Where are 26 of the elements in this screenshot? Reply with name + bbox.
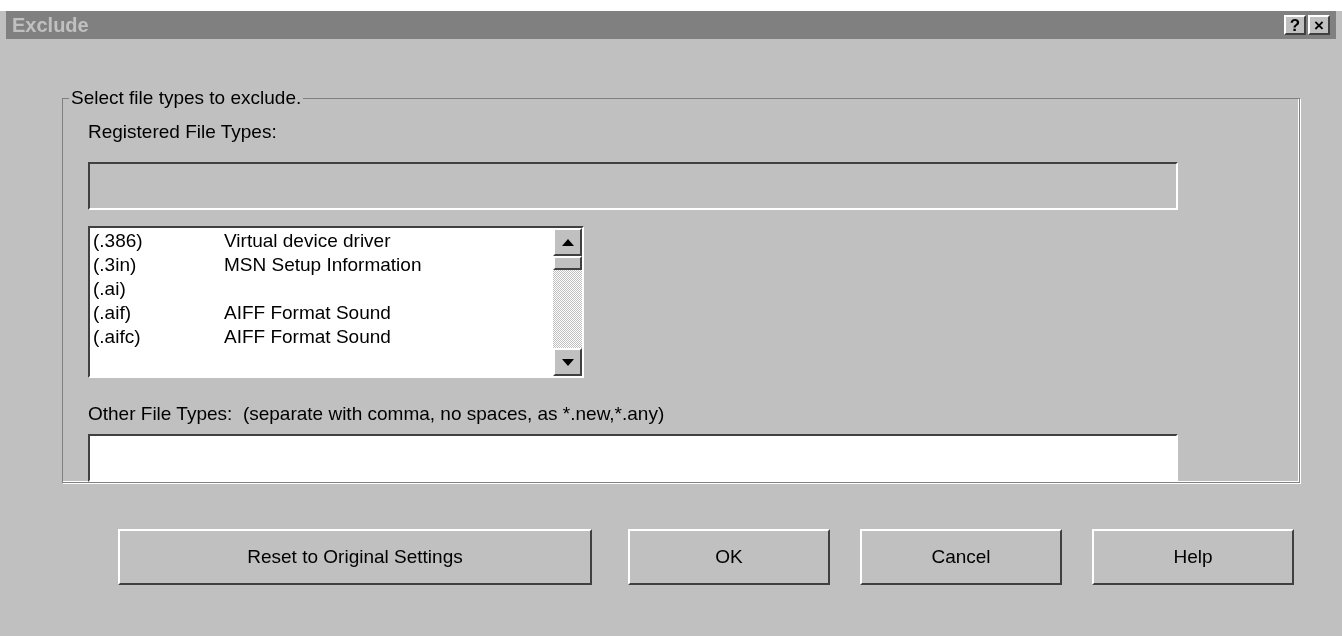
field-label: Registered File Types: [88, 121, 278, 143]
close-button[interactable]: × [1308, 15, 1330, 35]
extension-text: (.aif) [93, 300, 132, 325]
scrollbar[interactable] [553, 228, 582, 376]
reset-button[interactable]: Reset to Original Settings [118, 529, 592, 585]
scroll-thumb[interactable] [553, 256, 582, 270]
help-button[interactable]: ? [1284, 15, 1306, 35]
ok-button[interactable]: OK [628, 529, 830, 585]
file-type-list[interactable]: (.386) Virtual device driver (.3in) MSN Setup Information (.ai) (.aif) AIFF Format Sound (.aifc) AIFF Format Sound [88, 226, 584, 378]
scroll-down-button[interactable] [553, 348, 582, 376]
description-text: Virtual device driver [224, 228, 391, 253]
description-text: MSN Setup Information [224, 252, 422, 277]
other-types-field[interactable] [88, 434, 1178, 482]
extension-text: (.ai) [93, 276, 127, 301]
help-button[interactable]: Help [1092, 529, 1294, 585]
window-title: Exclude [12, 15, 89, 35]
description-text: AIFF Format Sound [224, 324, 391, 349]
extension-text: (.3in) [93, 252, 138, 277]
down-arrow-icon [561, 358, 574, 366]
scroll-up-button[interactable] [553, 228, 582, 256]
cancel-button[interactable]: Cancel [860, 529, 1062, 585]
description-text: AIFF Format Sound [224, 300, 391, 325]
extension-text: (.386) [93, 228, 144, 253]
extension-text: (.aifc) [93, 324, 142, 349]
up-arrow-icon [561, 238, 574, 246]
field-label: Other File Types: (separate with comma, no spaces, as *.new,*.any) [88, 403, 666, 425]
